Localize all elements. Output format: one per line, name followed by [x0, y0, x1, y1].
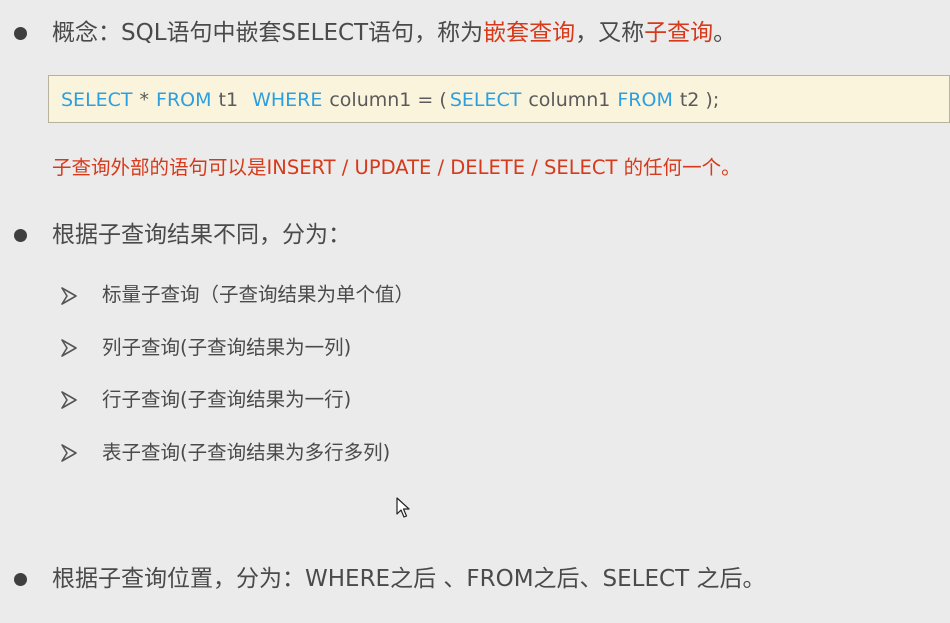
mouse-cursor-icon	[396, 497, 410, 518]
concept-middle: ，又称	[575, 20, 645, 46]
code-token-keyword: WHERE	[252, 89, 323, 111]
arrowhead-bullet-icon	[61, 339, 77, 357]
by-position-heading: 根据子查询位置，分为：WHERE之后 、FROM之后、SELECT 之后。	[52, 566, 766, 592]
concept-highlight-nested-query: 嵌套查询	[483, 20, 576, 46]
bullet-dot	[14, 27, 27, 40]
list-item-column-subquery: 列子查询(子查询结果为一列)	[102, 336, 352, 359]
sql-code-box: SELECT * FROM t1 WHERE column1 = (SELECT colum…	[48, 75, 950, 123]
code-token-keyword: FROM	[617, 89, 673, 111]
code-token: *	[139, 89, 150, 111]
code-token: column1	[528, 89, 611, 111]
by-result-heading: 根据子查询结果不同，分为：	[52, 222, 351, 248]
concept-suffix: 。	[713, 20, 737, 46]
arrowhead-bullet-icon	[61, 287, 77, 305]
code-token: column1 = (	[329, 89, 447, 111]
list-item-table-subquery: 表子查询(子查询结果为多行多列)	[102, 441, 391, 464]
code-token-keyword: SELECT	[449, 89, 522, 111]
code-token: t1	[218, 89, 239, 111]
concept-heading: 概念：SQL语句中嵌套SELECT语句，称为嵌套查询，又称子查询。	[52, 18, 736, 48]
arrowhead-bullet-icon	[61, 444, 77, 462]
bullet-dot	[14, 573, 27, 586]
outer-statement-note: 子查询外部的语句可以是INSERT / UPDATE / DELETE / SE…	[52, 156, 741, 179]
code-token-keyword: FROM	[156, 89, 212, 111]
code-token-keyword: SELECT	[61, 89, 133, 111]
arrowhead-bullet-icon	[61, 391, 77, 409]
code-token: t2 );	[679, 89, 720, 111]
list-item-scalar-subquery: 标量子查询（子查询结果为单个值）	[102, 283, 415, 306]
concept-highlight-subquery: 子查询	[644, 20, 714, 46]
concept-prefix: 概念：SQL语句中嵌套SELECT语句，称为	[52, 20, 484, 46]
bullet-dot	[14, 229, 27, 242]
list-item-row-subquery: 行子查询(子查询结果为一行)	[102, 388, 352, 411]
sql-code-line: SELECT * FROM t1 WHERE column1 = (SELECT colum…	[61, 87, 726, 113]
